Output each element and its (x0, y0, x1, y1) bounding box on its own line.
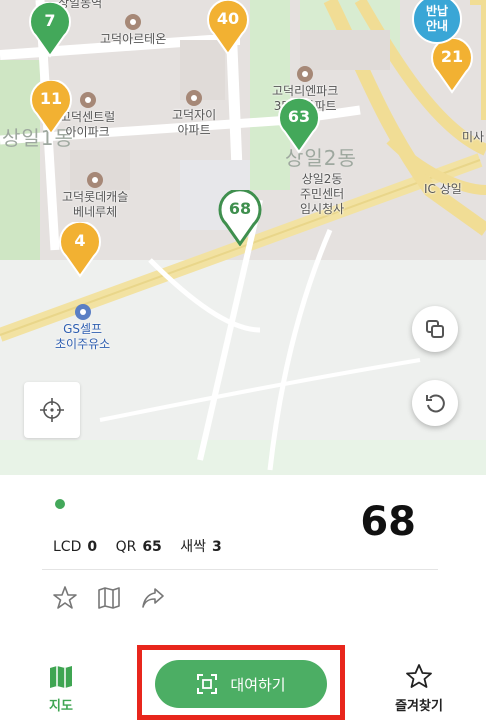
station-marker[interactable]: 11 (28, 80, 74, 136)
count-label-lcd: LCD (53, 539, 82, 555)
tab-map[interactable]: 지도 (36, 665, 86, 714)
station-marker[interactable]: 63 (276, 98, 322, 154)
share-icon[interactable] (140, 585, 166, 611)
badge-line2: 안내 (425, 19, 449, 33)
place-label: GS셀프 초이주유소 (55, 304, 110, 352)
count-value-lcd: 0 (87, 539, 98, 555)
scan-icon (197, 674, 218, 694)
place-label: IC 상일 (424, 182, 462, 196)
station-info-panel: LCD 0 QR 65 새싹 3 68 (0, 475, 486, 645)
place-label: 상일2동 주민센터 임시청사 (300, 172, 345, 216)
station-marker-selected[interactable]: 68 (217, 190, 263, 246)
divider (42, 569, 438, 570)
building-icon (186, 90, 203, 106)
bottom-tab-bar: 지도 대여하기 즐겨찾기 (0, 645, 486, 720)
station-marker[interactable]: 4 (57, 222, 103, 278)
badge-line1: 반납 (425, 4, 449, 18)
map-book-icon[interactable] (96, 585, 122, 611)
star-outline-icon (406, 664, 432, 688)
station-actions (52, 585, 166, 611)
tab-map-label: 지도 (49, 699, 73, 714)
building-icon (79, 92, 96, 108)
refresh-button[interactable] (412, 380, 458, 426)
place-label: 고덕자이 아파트 (172, 90, 216, 138)
rent-button-label: 대여하기 (230, 675, 286, 694)
bike-counts: LCD 0 QR 65 새싹 3 (53, 536, 236, 556)
station-marker[interactable]: 40 (205, 0, 251, 56)
layers-button[interactable] (412, 306, 458, 352)
map-icon (50, 666, 72, 688)
tab-favorites-label: 즐겨찾기 (395, 699, 443, 714)
count-label-qr: QR (115, 539, 137, 555)
gas-station-icon (74, 304, 91, 320)
building-icon (87, 172, 104, 188)
layers-icon (426, 320, 444, 338)
locate-button[interactable] (24, 382, 80, 438)
count-value-sprout: 3 (212, 539, 222, 555)
place-label: 고덕롯데캐슬 베네루체 (62, 172, 128, 220)
count-value-qr: 65 (142, 539, 162, 555)
total-bikes: 68 (360, 499, 416, 545)
station-marker[interactable]: 21 (429, 38, 475, 94)
star-icon[interactable] (52, 585, 78, 611)
refresh-icon (426, 394, 445, 413)
place-label: 고덕아르테온 (100, 14, 166, 47)
tab-favorites[interactable]: 즐겨찾기 (384, 663, 454, 714)
station-info-card[interactable]: LCD 0 QR 65 새싹 3 68 (38, 481, 448, 631)
rent-button[interactable]: 대여하기 (155, 660, 327, 708)
status-dot (55, 499, 65, 509)
map-view[interactable]: 상일1동 상일2동 고덕아르테온 고덕센트럴 아이파크 고덕자이 아파트 고덕리… (0, 0, 486, 475)
station-marker[interactable]: 7 (27, 2, 73, 58)
building-icon (297, 66, 314, 82)
place-label: 미사 (462, 130, 485, 144)
building-icon (125, 14, 142, 30)
count-label-sprout: 새싹 (180, 539, 207, 555)
crosshair-icon (40, 398, 64, 422)
